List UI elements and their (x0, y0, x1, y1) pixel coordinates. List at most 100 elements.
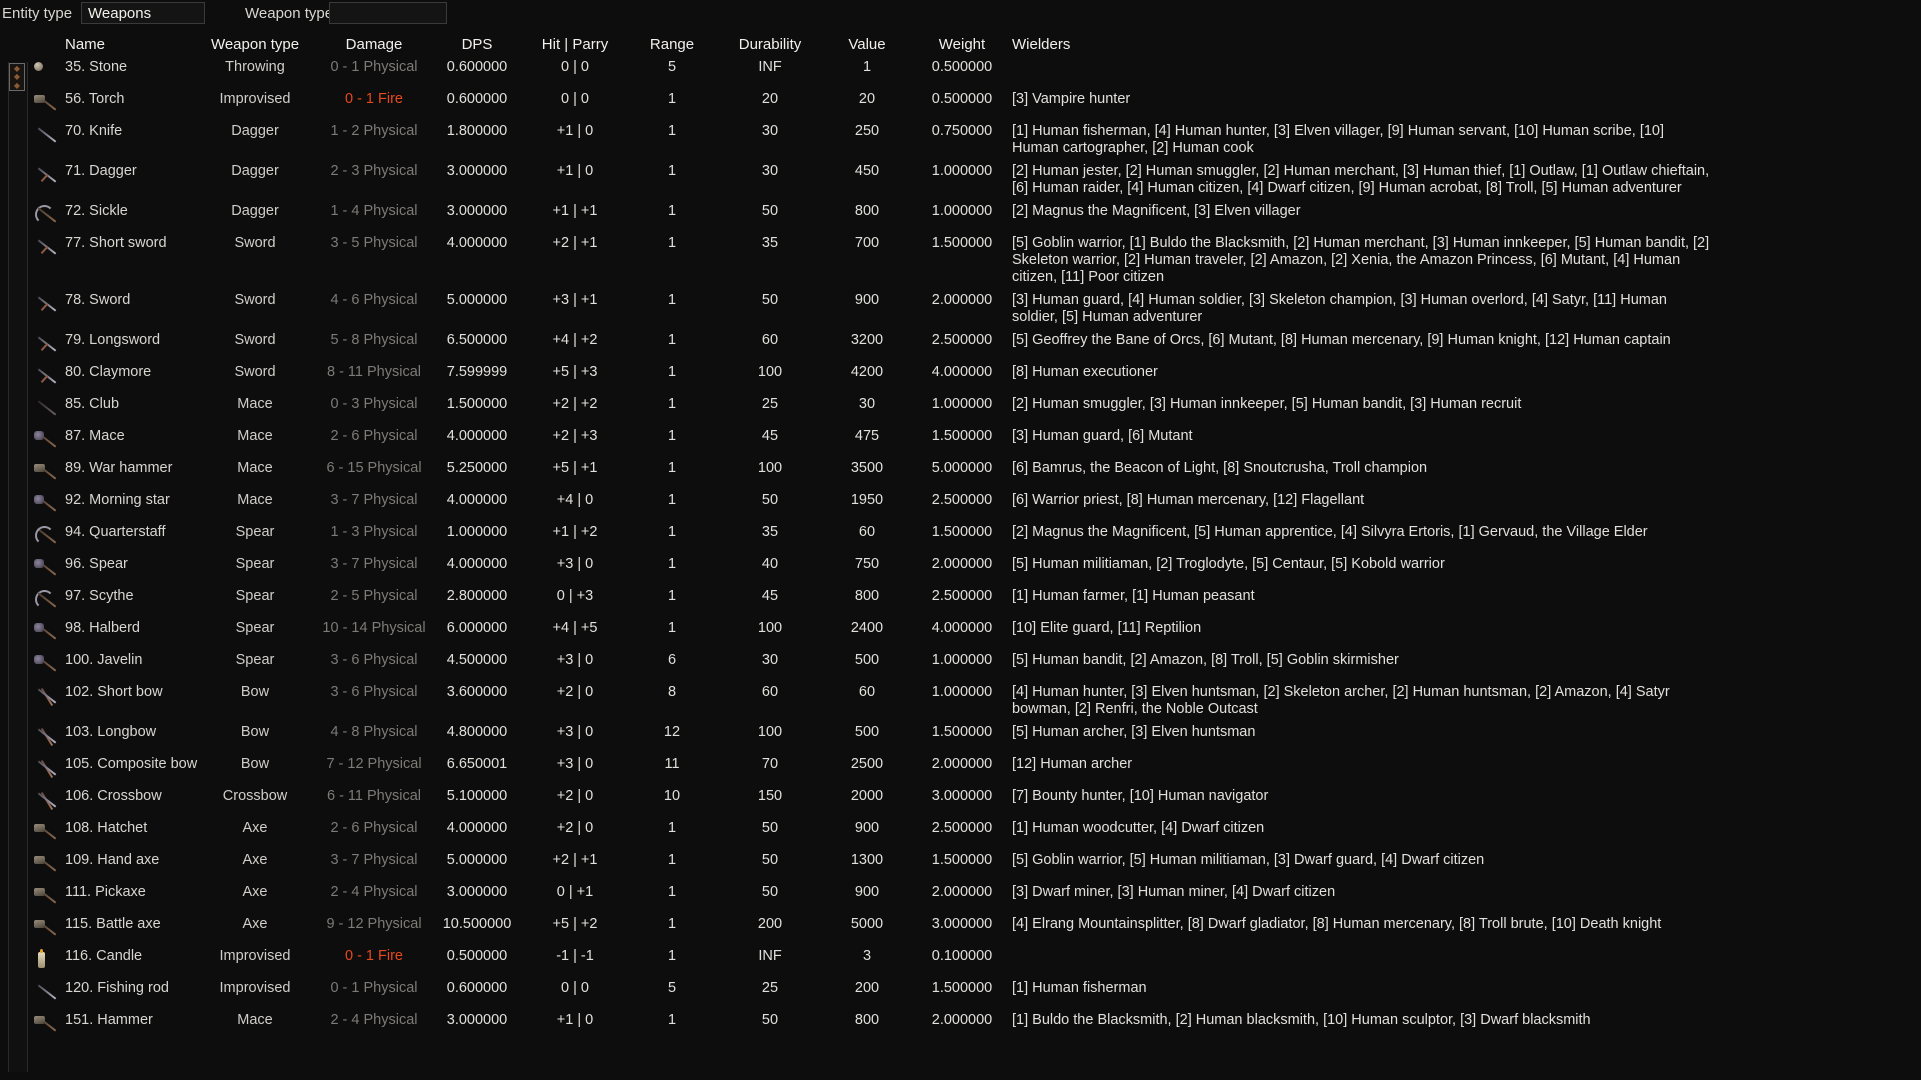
table-row[interactable]: 120. Fishing rod Improvised 0 - 1 Physical… (0, 977, 1921, 1009)
table-row[interactable]: 102. Short bow Bow 3 - 6 Physical 3.600000 +… (0, 681, 1921, 721)
cell-hit-parry: 0 | 0 (561, 91, 589, 107)
cell-weapon-type: Spear (235, 524, 275, 540)
cell-hit-parry: +3 | 0 (556, 724, 594, 740)
table-body: 35. Stone Throwing 0 - 1 Physical 0.600000 0… (0, 56, 1921, 1041)
cell-weapon-type: Axe (242, 884, 268, 900)
cell-value: 500 (854, 724, 880, 740)
column-header-damage[interactable]: Damage (318, 34, 430, 53)
column-header-name[interactable]: Name (62, 34, 192, 53)
cell-range: 1 (667, 163, 677, 179)
table-row[interactable]: 116. Candle Improvised 0 - 1 Fire 0.500000 -… (0, 945, 1921, 977)
row-icon-cell (0, 524, 62, 547)
table-row[interactable]: 115. Battle axe Axe 9 - 12 Physical 10.5000… (0, 913, 1921, 945)
row-icon-cell (0, 948, 62, 971)
table-row[interactable]: 100. Javelin Spear 3 - 6 Physical 4.500000 +… (0, 649, 1921, 681)
table-row[interactable]: 89. War hammer Mace 6 - 15 Physical 5.25000… (0, 457, 1921, 489)
cell-durability: 60 (761, 332, 779, 348)
column-header-weight[interactable]: Weight (912, 34, 1012, 53)
column-header-durability[interactable]: Durability (718, 34, 822, 53)
table-row[interactable]: 77. Short sword Sword 3 - 5 Physical 4.0000… (0, 232, 1921, 289)
cell-weight: 1.000000 (931, 652, 993, 668)
cell-range: 1 (667, 620, 677, 636)
cell-value: 900 (854, 820, 880, 836)
cell-dps: 5.250000 (446, 460, 508, 476)
cell-hit-parry: +2 | +1 (552, 852, 598, 868)
table-row[interactable]: 108. Hatchet Axe 2 - 6 Physical 4.000000 +2 … (0, 817, 1921, 849)
table-row[interactable]: 70. Knife Dagger 1 - 2 Physical 1.800000 +1 … (0, 120, 1921, 160)
column-header-range[interactable]: Range (626, 34, 718, 53)
column-header-wielders[interactable]: Wielders (1012, 34, 1724, 53)
cell-weapon-type: Improvised (219, 91, 291, 107)
cell-range: 1 (667, 364, 677, 380)
cell-hit-parry: +2 | 0 (556, 788, 594, 804)
table-row[interactable]: 85. Club Mace 0 - 3 Physical 1.500000 +2 | +… (0, 393, 1921, 425)
cell-hit-parry: +1 | +2 (552, 524, 598, 540)
table-row[interactable]: 151. Hammer Mace 2 - 4 Physical 3.000000 +1 … (0, 1009, 1921, 1041)
table-row[interactable]: 96. Spear Spear 3 - 7 Physical 4.000000 +3 |… (0, 553, 1921, 585)
table-row[interactable]: 35. Stone Throwing 0 - 1 Physical 0.600000 0… (0, 56, 1921, 88)
cell-dps: 4.000000 (446, 556, 508, 572)
row-icon-cell (0, 820, 62, 843)
weapon-type-label: Weapon type (245, 5, 334, 22)
table-row[interactable]: 111. Pickaxe Axe 2 - 4 Physical 3.000000 0 |… (0, 881, 1921, 913)
fishing-rod-icon (34, 981, 60, 1003)
column-header-dps[interactable]: DPS (430, 34, 524, 53)
cell-wielders: [3] Human guard, [4] Human soldier, [3] … (1012, 292, 1667, 325)
cell-weight: 1.000000 (931, 684, 993, 700)
cell-value: 800 (854, 203, 880, 219)
table-row[interactable]: 103. Longbow Bow 4 - 8 Physical 4.800000 +3 … (0, 721, 1921, 753)
cell-wielders: [2] Magnus the Magnificent, [3] Elven vi… (1012, 203, 1301, 219)
table-row[interactable]: 80. Claymore Sword 8 - 11 Physical 7.599999… (0, 361, 1921, 393)
table-row[interactable]: 98. Halberd Spear 10 - 14 Physical 6.000000… (0, 617, 1921, 649)
row-icon-cell (0, 620, 62, 643)
cell-name: 106. Crossbow (65, 788, 162, 804)
row-icon-cell (0, 652, 62, 675)
cell-weight: 3.000000 (931, 916, 993, 932)
table-row[interactable]: 56. Torch Improvised 0 - 1 Fire 0.600000 0 |… (0, 88, 1921, 120)
cell-range: 1 (667, 492, 677, 508)
cell-wielders: [1] Human farmer, [1] Human peasant (1012, 588, 1255, 604)
table-row[interactable]: 92. Morning star Mace 3 - 7 Physical 4.0000… (0, 489, 1921, 521)
cell-dps: 6.500000 (446, 332, 508, 348)
cell-wielders: [5] Human archer, [3] Elven huntsman (1012, 724, 1256, 740)
cell-dps: 3.000000 (446, 203, 508, 219)
table-row[interactable]: 109. Hand axe Axe 3 - 7 Physical 5.000000 +2… (0, 849, 1921, 881)
composite-bow-icon (34, 757, 60, 779)
cell-range: 1 (667, 852, 677, 868)
cell-weapon-type: Bow (240, 724, 270, 740)
table-row[interactable]: 106. Crossbow Crossbow 6 - 11 Physical 5.10… (0, 785, 1921, 817)
cell-value: 20 (858, 91, 876, 107)
table-row[interactable]: 105. Composite bow Bow 7 - 12 Physical 6.65… (0, 753, 1921, 785)
cell-weight: 2.500000 (931, 492, 993, 508)
cell-dps: 5.000000 (446, 852, 508, 868)
row-icon-cell (0, 163, 62, 186)
cell-weight: 2.000000 (931, 884, 993, 900)
column-header-weapon-type[interactable]: Weapon type (192, 34, 318, 53)
cell-weapon-type: Mace (237, 396, 273, 412)
table-row[interactable]: 71. Dagger Dagger 2 - 3 Physical 3.000000 +1… (0, 160, 1921, 200)
table-row[interactable]: 72. Sickle Dagger 1 - 4 Physical 3.000000 +1… (0, 200, 1921, 232)
cell-weight: 1.000000 (931, 163, 993, 179)
scythe-icon (34, 589, 60, 611)
cell-dps: 4.000000 (446, 492, 508, 508)
table-row[interactable]: 79. Longsword Sword 5 - 8 Physical 6.500000… (0, 329, 1921, 361)
row-icon-cell (0, 292, 62, 315)
cell-hit-parry: +3 | +1 (552, 292, 598, 308)
cell-name: 35. Stone (65, 59, 128, 75)
column-header-hit-parry[interactable]: Hit | Parry (524, 34, 626, 53)
cell-weapon-type: Improvised (219, 980, 291, 996)
column-header-value[interactable]: Value (822, 34, 912, 53)
cell-damage: 1 - 4 Physical (330, 203, 418, 219)
table-row[interactable]: 78. Sword Sword 4 - 6 Physical 5.000000 +3 |… (0, 289, 1921, 329)
entity-type-input[interactable] (81, 2, 205, 24)
cell-value: 250 (854, 123, 880, 139)
morning-star-icon (34, 493, 60, 515)
table-row[interactable]: 94. Quarterstaff Spear 1 - 3 Physical 1.000… (0, 521, 1921, 553)
cell-range: 12 (663, 724, 681, 740)
cell-durability: 50 (761, 1012, 779, 1028)
cell-durability: 100 (757, 364, 783, 380)
table-row[interactable]: 87. Mace Mace 2 - 6 Physical 4.000000 +2 | +… (0, 425, 1921, 457)
weapon-type-input[interactable] (329, 2, 447, 24)
table-row[interactable]: 97. Scythe Spear 2 - 5 Physical 2.800000 0 |… (0, 585, 1921, 617)
cell-durability: 50 (761, 820, 779, 836)
